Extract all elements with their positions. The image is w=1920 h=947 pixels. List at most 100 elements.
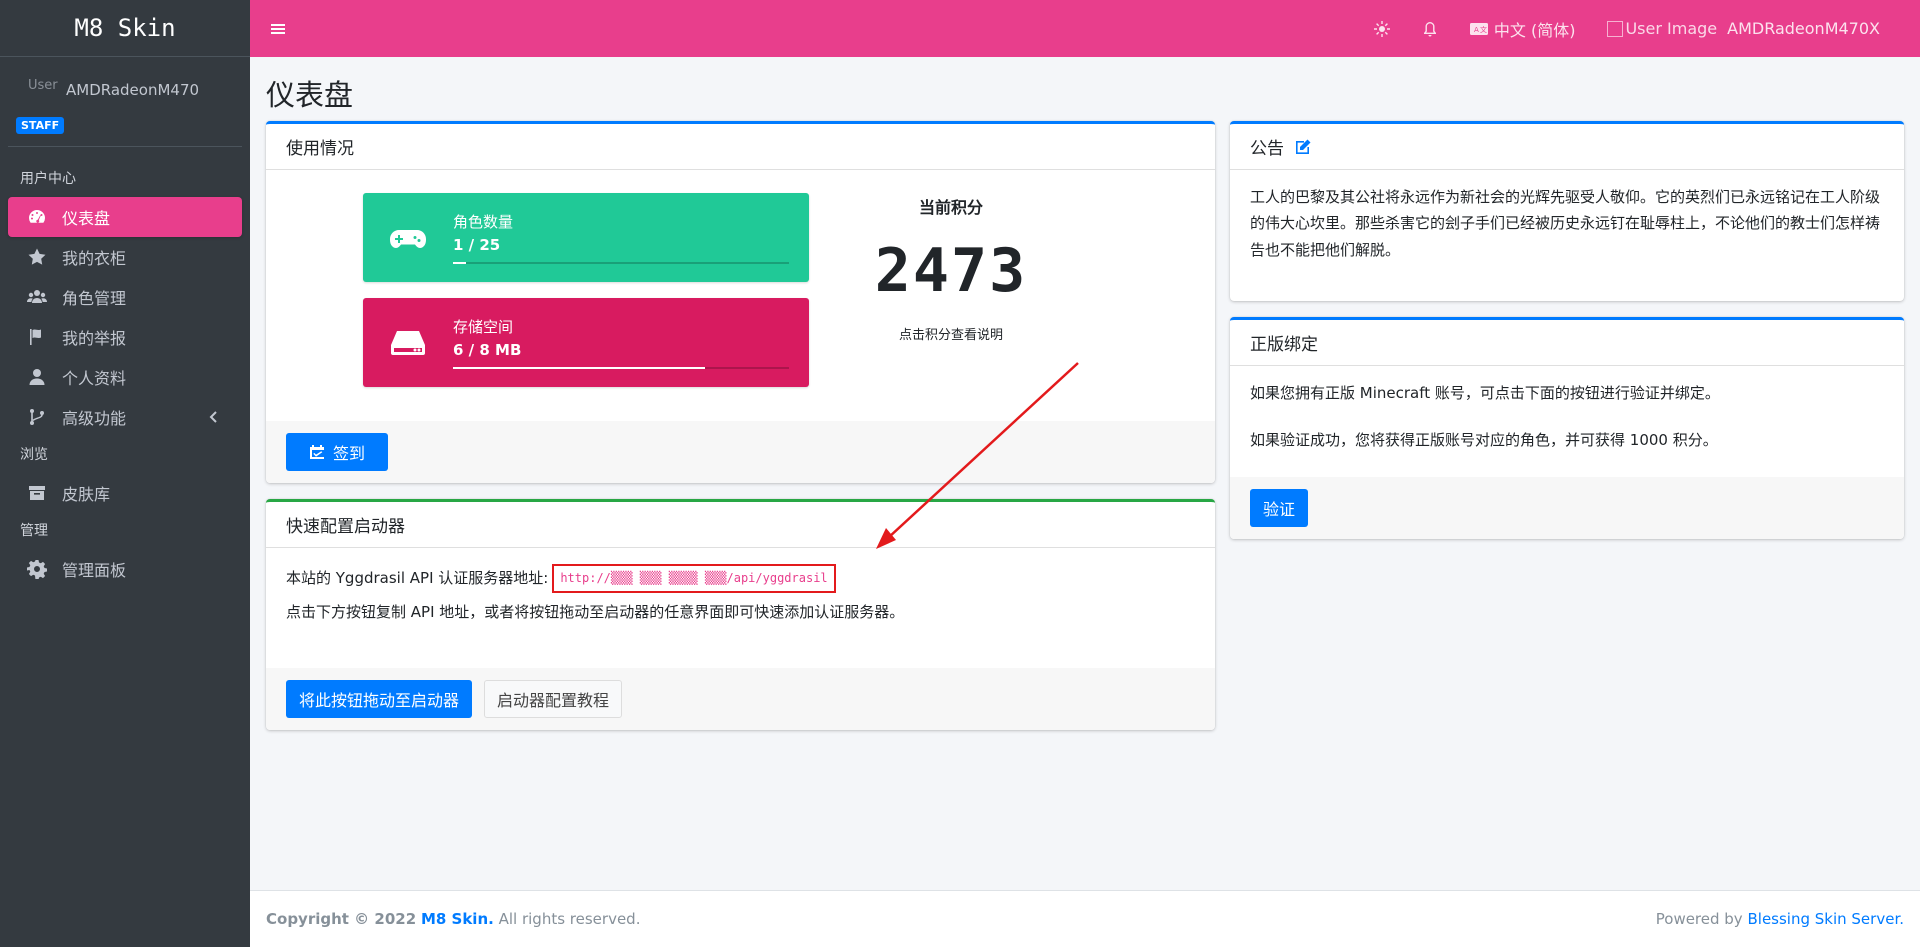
users-icon — [26, 286, 48, 308]
hdd-icon — [363, 298, 453, 387]
archive-icon — [26, 482, 48, 504]
launcher-hint: 点击下方按钮复制 API 地址，或者将按钮拖动至启动器的任意界面即可快速添加认证… — [286, 603, 905, 621]
sidebar-item-label: 高级功能 — [62, 409, 127, 428]
storage-progress-fill — [453, 367, 705, 369]
usage-card-footer: 签到 — [266, 421, 1215, 483]
powered-text: Powered by — [1655, 910, 1743, 928]
sidebar-item-skinlib[interactable]: 皮肤库 — [8, 473, 242, 513]
score-hint[interactable]: 点击积分查看说明 — [866, 324, 1036, 343]
sidebar-item-label: 个人资料 — [62, 369, 127, 388]
binding-line-1: 如果您拥有正版 Minecraft 账号，可点击下面的按钮进行验证并绑定。 — [1250, 384, 1720, 402]
sidebar-item-label: 皮肤库 — [62, 485, 111, 504]
star-icon — [26, 246, 48, 268]
binding-line-2: 如果验证成功，您将获得正版账号对应的角色，并可获得 1000 积分。 — [1250, 431, 1718, 450]
dashboard-icon — [26, 206, 48, 228]
verify-button[interactable]: 验证 — [1250, 489, 1309, 527]
sign-in-button-label: 签到 — [333, 444, 366, 463]
binding-card: 正版绑定 如果您拥有正版 Minecraft 账号，可点击下面的按钮进行验证并绑… — [1230, 317, 1904, 539]
hamburger-icon — [271, 23, 285, 34]
gear-icon — [26, 558, 48, 580]
api-address-label: 本站的 Yggdrasil API 认证服务器地址: — [286, 569, 549, 587]
binding-title: 正版绑定 — [1250, 335, 1318, 355]
blessing-skin-link[interactable]: Blessing Skin Server. — [1747, 910, 1904, 928]
navbar-avatar-alt: User Image — [1625, 19, 1718, 38]
players-value: 1 / 25 — [453, 236, 501, 254]
players-progress-fill — [453, 262, 467, 264]
user-menu[interactable]: User Image AMDRadeonM470X — [1591, 0, 1896, 57]
sign-in-button[interactable]: 签到 — [286, 433, 389, 471]
announcement-card-header: 公告 — [1230, 124, 1904, 170]
storage-progress — [453, 367, 789, 369]
usage-card-title: 使用情况 — [286, 139, 354, 159]
sidebar-item-admin-panel[interactable]: 管理面板 — [8, 549, 242, 589]
svg-text:文: 文 — [1480, 25, 1487, 34]
drag-to-launcher-button[interactable]: 将此按钮拖动至启动器 — [286, 680, 473, 718]
language-label: 中文 (简体) — [1493, 20, 1576, 40]
launcher-tutorial-button[interactable]: 启动器配置教程 — [484, 680, 623, 718]
binding-card-footer: 验证 — [1230, 477, 1904, 539]
usage-card: 使用情况 角色数量 1 / 25 存储空间 6 / 8 MB 当前积分 2473… — [266, 121, 1215, 483]
language-selector[interactable]: A文 中文 (简体) — [1454, 0, 1592, 57]
storage-value: 6 / 8 MB — [453, 341, 522, 359]
api-url[interactable]: http://▒▒▒ ▒▒▒ ▒▒▒▒ ▒▒▒/api/yggdrasil — [552, 564, 836, 593]
top-navbar: A文 中文 (简体) User Image AMDRadeonM470X — [250, 0, 1920, 57]
score-value[interactable]: 2473 — [866, 236, 1036, 306]
launcher-card: 快速配置启动器 本站的 Yggdrasil API 认证服务器地址: http:/… — [266, 499, 1215, 730]
copyright-text: Copyright © 2022 — [266, 910, 417, 928]
usage-card-header: 使用情况 — [266, 124, 1215, 170]
menu-toggle-button[interactable] — [250, 0, 306, 57]
sidebar-item-label: 我的举报 — [62, 329, 127, 348]
sidebar-item-label: 管理面板 — [62, 561, 127, 580]
binding-card-header: 正版绑定 — [1230, 320, 1904, 366]
rights-text: All rights reserved. — [498, 910, 641, 928]
sidebar-item-dashboard[interactable]: 仪表盘 — [8, 197, 242, 237]
broken-image-icon — [1607, 20, 1624, 37]
brand-logo[interactable]: M8 Skin — [0, 0, 250, 57]
announcement-card: 公告 工人的巴黎及其公社将永远作为新社会的光辉先驱受人敬仰。它的英烈们已永远铭记… — [1230, 121, 1904, 301]
sidebar-item-closet[interactable]: 我的衣柜 — [8, 237, 242, 277]
sidebar-item-label: 仪表盘 — [62, 209, 111, 228]
sun-icon — [1373, 20, 1390, 37]
sidebar-user-name[interactable]: AMDRadeonM470 — [66, 81, 199, 99]
notifications-button[interactable] — [1406, 0, 1454, 57]
nav-header-browse: 浏览 — [20, 447, 48, 463]
user-icon — [26, 366, 48, 388]
storage-label: 存储空间 — [453, 318, 514, 336]
sidebar: M8 Skin User Image AMDRadeonM470 STAFF 用… — [0, 0, 250, 947]
powered-by: Powered by Blessing Skin Server. — [1656, 910, 1904, 928]
navbar-avatar: User Image — [1607, 19, 1717, 38]
edit-icon[interactable] — [1294, 138, 1312, 156]
user-panel: User Image AMDRadeonM470 STAFF — [8, 57, 242, 147]
launcher-card-title: 快速配置启动器 — [286, 517, 405, 537]
announcement-title: 公告 — [1250, 139, 1284, 159]
svg-text:A: A — [1474, 26, 1479, 34]
score-label: 当前积分 — [918, 198, 983, 217]
page-title: 仪表盘 — [266, 78, 354, 112]
launcher-card-body: 本站的 Yggdrasil API 认证服务器地址: http://▒▒▒ ▒▒▒… — [266, 548, 1215, 645]
sidebar-item-label: 角色管理 — [62, 289, 127, 308]
nav-header-user-center: 用户中心 — [20, 171, 76, 187]
calendar-check-icon — [310, 445, 324, 459]
sidebar-item-label: 我的衣柜 — [62, 249, 127, 268]
api-address-line: 本站的 Yggdrasil API 认证服务器地址: http://▒▒▒ ▒▒▒… — [286, 564, 1195, 593]
players-info-box: 角色数量 1 / 25 — [363, 193, 809, 282]
sidebar-item-advanced[interactable]: 高级功能 — [8, 397, 242, 437]
site-link[interactable]: M8 Skin. — [421, 910, 494, 928]
score-block: 当前积分 2473 点击积分查看说明 — [866, 194, 1036, 343]
copyright: Copyright © 2022 M8 Skin. All rights res… — [266, 910, 640, 928]
branch-icon — [26, 406, 48, 428]
sidebar-item-profile[interactable]: 个人资料 — [8, 357, 242, 397]
sidebar-item-players[interactable]: 角色管理 — [8, 277, 242, 317]
theme-button[interactable] — [1358, 0, 1406, 57]
launcher-card-footer: 将此按钮拖动至启动器 启动器配置教程 — [266, 668, 1215, 730]
avatar[interactable]: User Image — [28, 78, 62, 102]
nav-header-admin: 管理 — [20, 523, 48, 539]
storage-info-box: 存储空间 6 / 8 MB — [363, 298, 809, 387]
sidebar-item-reports[interactable]: 我的举报 — [8, 317, 242, 357]
binding-body: 如果您拥有正版 Minecraft 账号，可点击下面的按钮进行验证并绑定。 如果… — [1230, 366, 1904, 474]
chevron-left-icon — [209, 411, 217, 423]
bell-icon — [1423, 21, 1436, 36]
gamepad-icon — [363, 193, 453, 282]
language-icon: A文 — [1469, 22, 1488, 35]
navbar-user-name: AMDRadeonM470X — [1727, 19, 1880, 38]
